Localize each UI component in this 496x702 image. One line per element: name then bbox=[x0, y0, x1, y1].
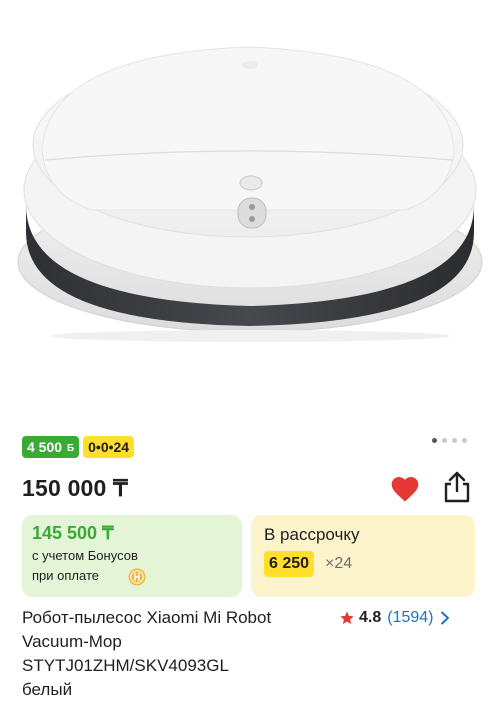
share-button[interactable] bbox=[441, 470, 473, 504]
bonus-badge: 4 500 Б bbox=[22, 436, 80, 458]
installment-card[interactable]: В рассрочку 6 250 ×24 bbox=[251, 515, 475, 597]
bonus-amount: 4 500 bbox=[27, 439, 63, 455]
pagination-dot-4[interactable] bbox=[462, 438, 467, 443]
share-icon bbox=[444, 471, 470, 503]
installment-label: В рассрочку bbox=[264, 525, 360, 544]
bonus-unit: Б bbox=[66, 443, 75, 454]
gallery-pagination[interactable] bbox=[432, 438, 467, 443]
installment-badge: 0•0•24 bbox=[83, 436, 135, 458]
installment-amount: 6 250 bbox=[264, 551, 315, 577]
product-rating[interactable]: 4.8 (1594) bbox=[339, 606, 450, 630]
reviews-count-link[interactable]: (1594) bbox=[387, 609, 433, 627]
bonus-note-line2: при оплате bbox=[32, 568, 99, 583]
bonus-price: 145 500 ₸ bbox=[32, 523, 114, 543]
product-image bbox=[17, 46, 483, 342]
bonus-note-line1: с учетом Бонусов bbox=[32, 548, 138, 563]
heart-icon bbox=[391, 477, 419, 502]
pagination-dot-2[interactable] bbox=[442, 438, 447, 443]
coin-icon bbox=[128, 568, 146, 586]
bonus-price-card[interactable]: 145 500 ₸ с учетом Бонусов при оплате bbox=[22, 515, 242, 597]
product-price: 150 000 ₸ bbox=[22, 475, 128, 501]
pagination-dot-1[interactable] bbox=[432, 438, 437, 443]
promo-badges: 4 500 Б 0•0•24 bbox=[22, 436, 135, 458]
product-title: Робот-пылесос Xiaomi Mi Robot Vacuum-Mop… bbox=[22, 608, 272, 699]
rating-value: 4.8 bbox=[359, 609, 382, 626]
favorite-button[interactable] bbox=[389, 473, 421, 505]
chevron-right-icon bbox=[440, 611, 449, 625]
installment-months: ×24 bbox=[325, 555, 353, 572]
product-image-gallery[interactable] bbox=[0, 0, 496, 430]
star-icon bbox=[340, 611, 354, 625]
pagination-dot-3[interactable] bbox=[452, 438, 457, 443]
